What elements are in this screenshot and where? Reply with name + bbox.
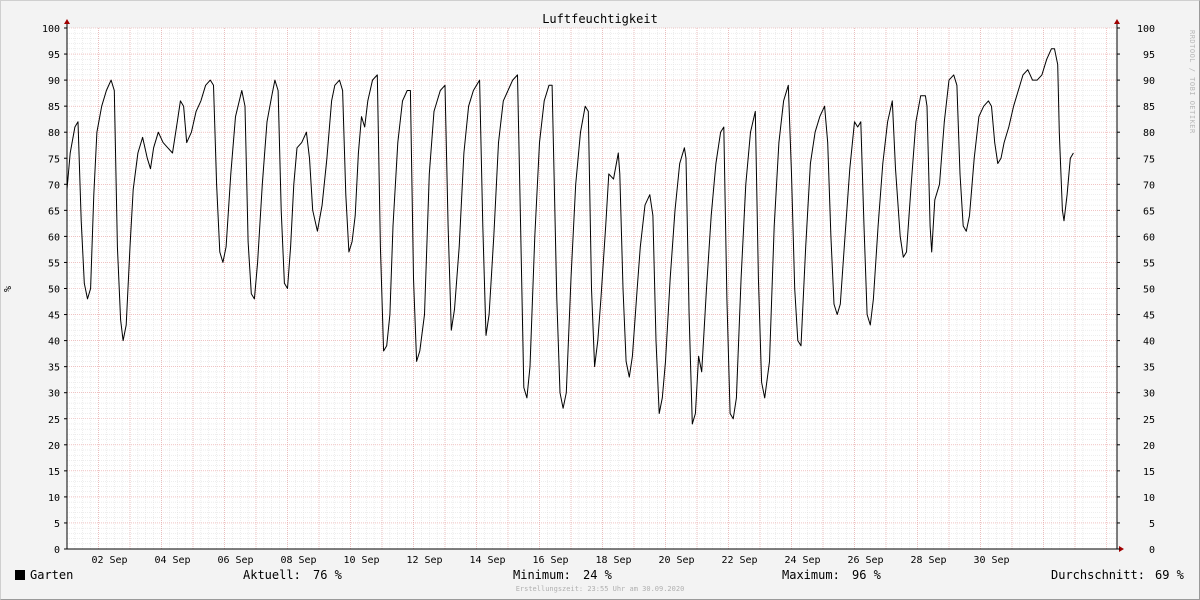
chart-title: Luftfeuchtigkeit (542, 12, 658, 26)
y-tick-label-right: 50 (1143, 285, 1155, 296)
y-tick-label-left: 5 (54, 519, 60, 530)
y-tick-label-left: 85 (48, 102, 60, 113)
legend-current-label: Aktuell: (243, 568, 301, 582)
y-tick-label-right: 10 (1143, 493, 1155, 504)
legend-series-label: Garten (30, 568, 74, 582)
y-tick-label-left: 35 (48, 363, 60, 374)
y-tick-label-left: 20 (48, 441, 60, 452)
y-tick-label-left: 95 (48, 50, 60, 61)
x-tick-label: 18 Sep (595, 555, 631, 566)
legend-avg-label: Durchschnitt: (1051, 568, 1145, 582)
y-tick-label-right: 15 (1143, 467, 1155, 478)
x-tick-label: 10 Sep (343, 555, 379, 566)
x-tick-label: 04 Sep (154, 555, 190, 566)
y-axis-right-arrow (1114, 19, 1120, 24)
y-tick-label-right: 90 (1143, 76, 1155, 87)
legend-max-value: 96 % (852, 568, 881, 582)
y-tick-label-left: 30 (48, 389, 60, 400)
rrdtool-watermark: RRDTOOL / TOBI OETIKER (1188, 30, 1196, 134)
legend-min-value: 24 % (583, 568, 612, 582)
legend-min-label: Minimum: (513, 568, 571, 582)
y-tick-label-left: 90 (48, 76, 60, 87)
y-tick-label-left: 70 (48, 180, 60, 191)
legend-avg-value: 69 % (1155, 568, 1184, 582)
x-tick-label: 20 Sep (658, 555, 694, 566)
y-tick-label-right: 80 (1143, 128, 1155, 139)
x-tick-label: 14 Sep (469, 555, 505, 566)
y-tick-label-right: 35 (1143, 363, 1155, 374)
x-tick-label: 08 Sep (280, 555, 316, 566)
y-tick-label-right: 70 (1143, 180, 1155, 191)
y-tick-label-right: 60 (1143, 232, 1155, 243)
y-tick-label-right: 65 (1143, 206, 1155, 217)
y-tick-label-left: 60 (48, 232, 60, 243)
y-tick-label-left: 55 (48, 258, 60, 269)
y-tick-label-right: 100 (1137, 24, 1155, 35)
y-tick-label-right: 40 (1143, 337, 1155, 348)
y-tick-label-right: 75 (1143, 154, 1155, 165)
x-tick-label: 26 Sep (847, 555, 883, 566)
y-tick-label-left: 75 (48, 154, 60, 165)
y-tick-label-left: 80 (48, 128, 60, 139)
x-tick-label: 24 Sep (784, 555, 820, 566)
y-tick-label-right: 5 (1149, 519, 1155, 530)
x-tick-label: 28 Sep (910, 555, 946, 566)
y-tick-label-left: 0 (54, 545, 60, 556)
y-tick-label-right: 85 (1143, 102, 1155, 113)
y-tick-label-left: 100 (42, 24, 60, 35)
y-tick-label-left: 50 (48, 285, 60, 296)
y-tick-label-right: 55 (1143, 258, 1155, 269)
legend-current-value: 76 % (313, 568, 342, 582)
y-tick-label-right: 45 (1143, 311, 1155, 322)
humidity-chart: 0 05 510 1015 1520 2025 2530 3035 3540 4045 4550 50… (3, 12, 1155, 566)
y-tick-label-right: 30 (1143, 389, 1155, 400)
y-tick-label-right: 0 (1149, 545, 1155, 556)
y-axis-label-left: % (3, 286, 14, 292)
x-tick-label: 16 Sep (532, 555, 568, 566)
y-tick-label-left: 65 (48, 206, 60, 217)
legend-swatch (15, 570, 25, 580)
y-tick-label-right: 20 (1143, 441, 1155, 452)
legend-max-label: Maximum: (782, 568, 840, 582)
y-tick-label-right: 95 (1143, 50, 1155, 61)
y-tick-label-left: 15 (48, 467, 60, 478)
y-tick-label-right: 25 (1143, 415, 1155, 426)
x-tick-label: 06 Sep (217, 555, 253, 566)
x-tick-label: 30 Sep (973, 555, 1009, 566)
y-tick-label-left: 40 (48, 337, 60, 348)
x-tick-label: 22 Sep (721, 555, 757, 566)
y-tick-label-left: 45 (48, 311, 60, 322)
y-tick-label-left: 25 (48, 415, 60, 426)
x-tick-label: 02 Sep (91, 555, 127, 566)
x-tick-label: 12 Sep (406, 555, 442, 566)
footer-timestamp: Erstellungszeit: 23:55 Uhr am 30.09.2020 (515, 585, 685, 593)
y-axis-left-arrow (64, 19, 70, 24)
y-tick-label-left: 10 (48, 493, 60, 504)
